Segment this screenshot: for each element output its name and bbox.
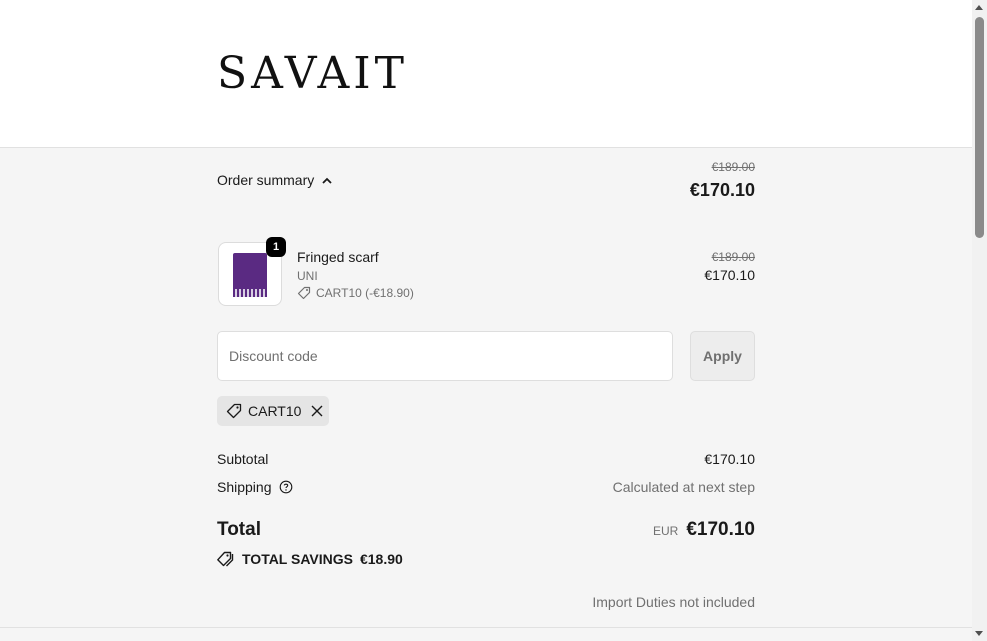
product-original-price: €189.00 [711,250,755,264]
order-summary-label: Order summary [217,172,315,188]
product-discount: CART10 (-€18.90) [297,286,414,300]
tag-icon [226,403,242,419]
scarf-fringe [233,289,267,297]
product-discount-label: CART10 (-€18.90) [316,286,414,300]
total-row: Total EUR €170.10 [217,519,755,541]
subtotal-row: Subtotal €170.10 [217,451,755,467]
quantity-badge: 1 [266,237,286,257]
divider [0,627,972,628]
brand-logo[interactable]: SAVAIT [217,48,408,100]
applied-discount-chip: CART10 [217,396,329,426]
remove-discount-button[interactable] [311,405,323,417]
tag-icon [297,286,311,300]
close-icon [311,405,323,417]
total-savings: TOTAL SAVINGS €18.90 [217,551,403,567]
product-variant: UNI [297,269,318,283]
subtotal-label: Subtotal [217,451,269,467]
product-prices: €189.00 €170.10 [704,250,755,283]
page-scrollbar[interactable] [972,0,987,641]
shipping-label: Shipping [217,479,272,495]
order-summary-bar[interactable]: Order summary €189.00 €170.10 [0,147,972,214]
currency-code: EUR [652,524,679,538]
header: SAVAIT [0,0,972,147]
product-name: Fringed scarf [297,249,379,265]
order-summary-toggle[interactable]: Order summary [217,172,332,188]
original-total-price: €189.00 [711,160,755,174]
tags-icon [217,551,234,567]
order-summary-panel: 1 Fringed scarf UNI CART10 (-€18.90) €18… [0,213,972,641]
shipping-label-group: Shipping [217,479,293,495]
chevron-up-icon [322,177,332,184]
shipping-row: Shipping Calculated at next step [217,479,755,495]
total-savings-value: €18.90 [359,551,403,567]
applied-discount-code: CART10 [248,403,302,419]
scrollbar-thumb[interactable] [975,17,984,238]
order-summary-prices: €189.00 €170.10 [690,160,755,201]
product-price: €170.10 [704,267,755,283]
total-label: Total [217,519,261,540]
import-duties-note: Import Duties not included [592,594,755,610]
scroll-up-arrow-icon[interactable] [975,5,983,10]
help-icon[interactable] [279,480,293,494]
total-savings-label: TOTAL SAVINGS [242,551,353,567]
shipping-value: Calculated at next step [612,479,755,495]
total-value: €170.10 [686,519,755,540]
discount-code-input[interactable] [217,331,673,381]
total-value-group: EUR €170.10 [653,519,755,541]
subtotal-value: €170.10 [704,451,755,467]
summary-total-price: €170.10 [689,180,755,200]
apply-discount-button[interactable]: Apply [690,331,755,381]
scroll-down-arrow-icon[interactable] [975,631,983,636]
